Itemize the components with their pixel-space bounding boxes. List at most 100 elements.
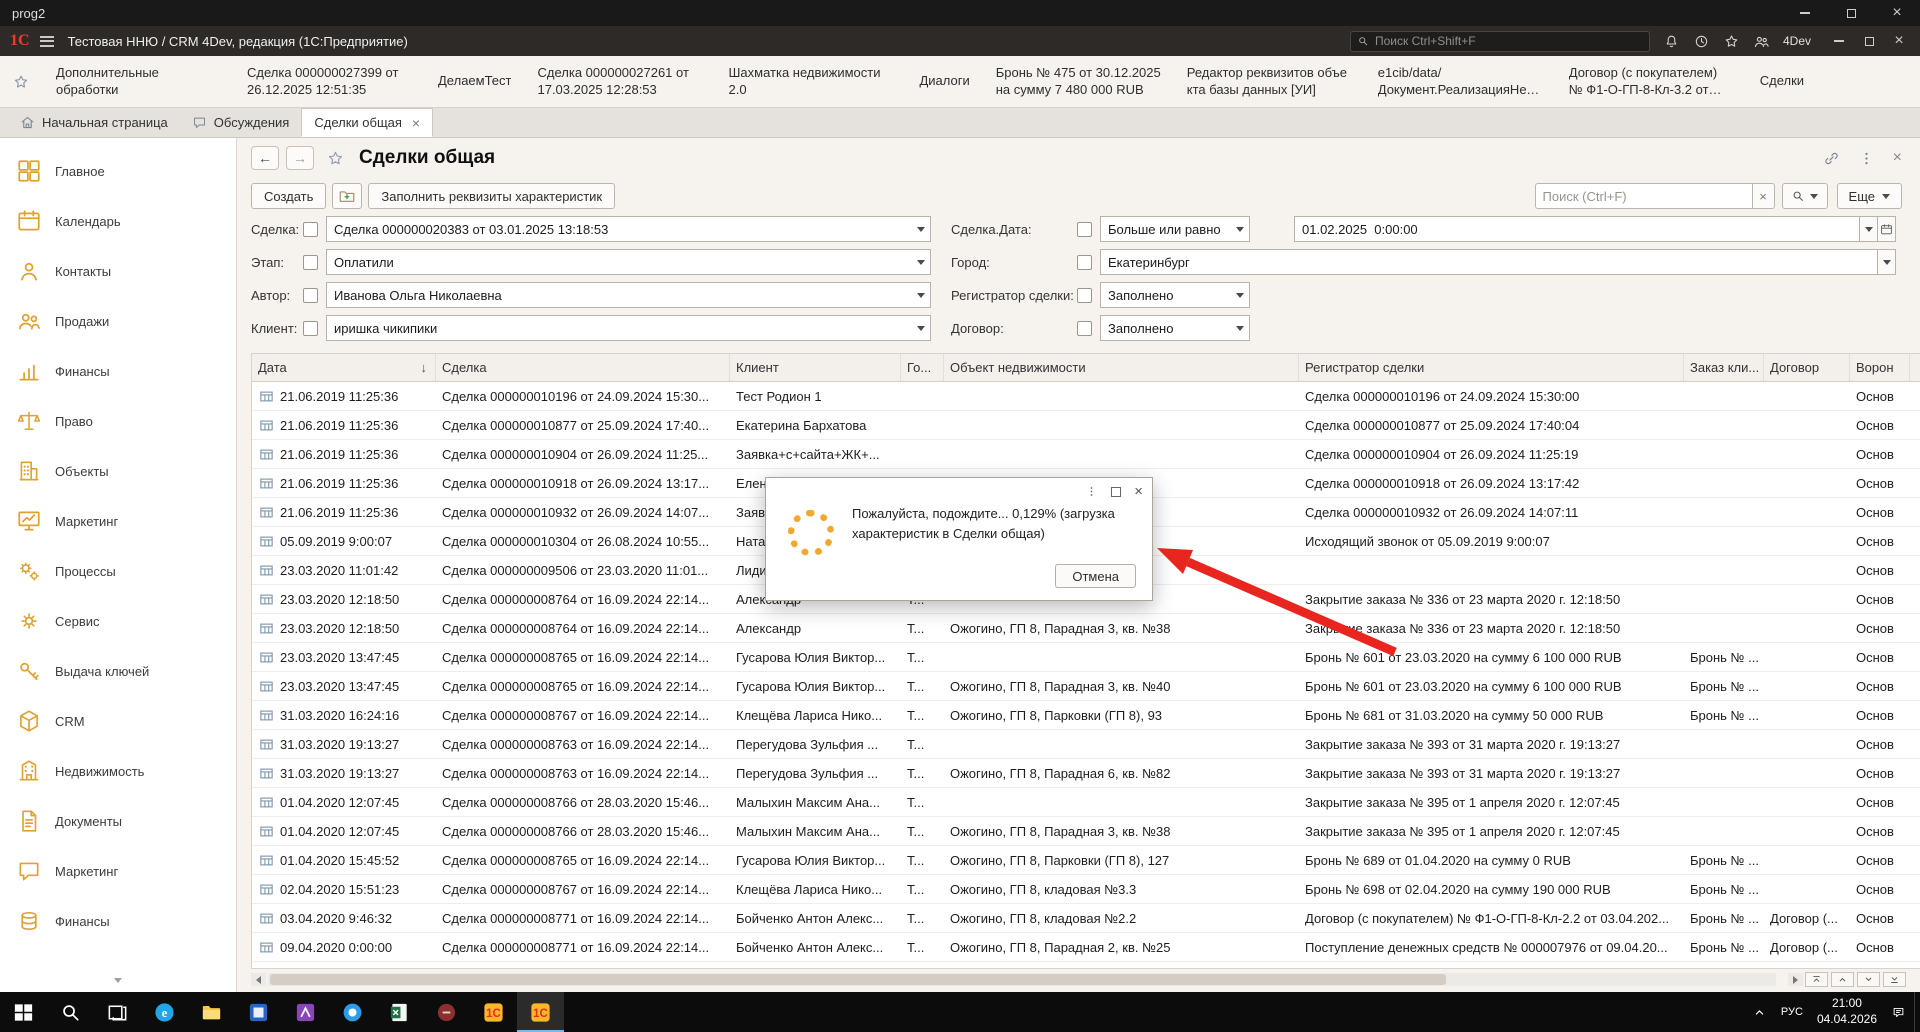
dialog-menu-icon[interactable] [1085,485,1098,498]
date-picker-button[interactable] [1878,216,1896,242]
city-dropdown-button[interactable] [1878,249,1896,275]
table-row[interactable]: 03.04.2020 9:46:32 Сделка 000000008771 о… [252,904,1920,933]
sidebar-item-crm[interactable]: CRM [0,696,236,746]
column-header[interactable]: Дата ↓ [252,354,436,381]
column-header[interactable]: Договор [1764,354,1850,381]
search-button[interactable] [1782,183,1828,209]
registrar-filter-select[interactable] [1100,282,1250,308]
tab-deals-common[interactable]: Сделки общая × [301,108,433,137]
chevron-down-icon[interactable] [1236,227,1244,232]
page-close-icon[interactable]: × [1893,150,1902,166]
more-menu-icon[interactable] [1858,150,1875,167]
favorite-link[interactable]: Сделка 000000027261 от 17.03.2025 12:28:… [537,65,702,99]
taskbar-app-1c-active[interactable] [517,992,564,1032]
sidebar-item-finansy-2[interactable]: Финансы [0,896,236,946]
app-minimize-button[interactable] [1824,26,1854,56]
column-header[interactable]: Сделка [436,354,730,381]
table-row[interactable]: 31.03.2020 19:13:27 Сделка 000000008763 … [252,759,1920,788]
table-row[interactable]: 01.04.2020 15:45:52 Сделка 000000008765 … [252,846,1920,875]
author-filter-checkbox[interactable] [303,288,318,303]
city-filter-checkbox[interactable] [1077,255,1092,270]
notifications-bell-icon[interactable] [1663,33,1680,50]
scrollbar-track[interactable] [268,973,1776,986]
table-row[interactable]: 21.06.2019 11:25:36 Сделка 000000010877 … [252,411,1920,440]
taskbar-task-view-button[interactable] [94,992,141,1032]
go-to-bottom-button[interactable] [1883,972,1906,987]
history-icon[interactable] [1693,33,1710,50]
global-search-input[interactable] [1375,34,1643,48]
taskbar-app-1c[interactable] [470,992,517,1032]
table-row[interactable]: 23.03.2020 12:18:50 Сделка 000000008764 … [252,614,1920,643]
create-group-button[interactable] [332,183,362,209]
chevron-down-icon[interactable] [1236,293,1244,298]
chevron-down-icon[interactable] [917,260,925,265]
sidebar-item-pravo[interactable]: Право [0,396,236,446]
chevron-down-icon[interactable] [917,227,925,232]
table-row[interactable]: 31.03.2020 16:24:16 Сделка 000000008767 … [252,701,1920,730]
table-row[interactable]: 09.04.2020 0:00:00 Сделка 000000008771 о… [252,933,1920,962]
chevron-down-icon[interactable] [917,293,925,298]
table-row[interactable]: 01.04.2020 12:07:45 Сделка 000000008766 … [252,817,1920,846]
fill-characteristics-button[interactable]: Заполнить реквизиты характеристик [368,183,615,209]
taskbar-app-purple[interactable] [282,992,329,1032]
cancel-button[interactable]: Отмена [1055,564,1136,588]
taskbar-start-button[interactable] [0,992,47,1032]
deal-date-comparison-select[interactable] [1100,216,1250,242]
page-up-button[interactable] [1831,972,1854,987]
sidebar-item-marketing[interactable]: Маркетинг [0,496,236,546]
app-restore-button[interactable] [1854,26,1884,56]
column-header[interactable]: Ворон [1850,354,1910,381]
chevron-down-icon[interactable] [1236,326,1244,331]
create-button[interactable]: Создать [251,183,326,209]
favorite-link[interactable]: Сделки [1760,73,1804,90]
stage-filter-checkbox[interactable] [303,255,318,270]
tab-home[interactable]: Начальная страница [8,108,180,137]
language-indicator[interactable]: РУС [1781,1006,1803,1018]
sidebar-item-protsessy[interactable]: Процессы [0,546,236,596]
more-button[interactable]: Еще [1837,183,1902,209]
deal-date-filter-input[interactable] [1294,216,1860,242]
taskbar-app-red[interactable] [423,992,470,1032]
discussions-people-icon[interactable] [1753,33,1770,50]
dialog-close-icon[interactable]: × [1134,484,1143,499]
favorite-link[interactable]: ДелаемТест [438,73,511,90]
date-dropdown-button[interactable] [1860,216,1878,242]
sidebar-item-nedvizhimost[interactable]: Недвижимость [0,746,236,796]
sidebar-item-dokumenty[interactable]: Документы [0,796,236,846]
sidebar-item-marketing-2[interactable]: Маркетинг [0,846,236,896]
taskbar-app-blue[interactable] [235,992,282,1032]
table-row[interactable]: 21.06.2019 11:25:36 Сделка 000000010196 … [252,382,1920,411]
sidebar-item-obekty[interactable]: Объекты [0,446,236,496]
sidebar-item-kalendar[interactable]: Календарь [0,196,236,246]
author-filter-input[interactable] [326,282,931,308]
search-clear-icon[interactable]: × [1753,183,1775,209]
column-header[interactable]: Заказ кли... [1684,354,1764,381]
sidebar-item-finansy[interactable]: Финансы [0,346,236,396]
sidebar-item-servis[interactable]: Сервис [0,596,236,646]
favorite-link[interactable]: Диалоги [919,73,969,90]
favorites-star-icon[interactable] [12,73,30,91]
window-close-button[interactable]: × [1874,0,1920,26]
table-row[interactable]: 21.06.2019 11:25:36 Сделка 000000010904 … [252,440,1920,469]
link-icon[interactable] [1823,150,1840,167]
go-to-top-button[interactable] [1805,972,1828,987]
list-search-input[interactable] [1535,183,1753,209]
chevron-down-icon[interactable] [917,326,925,331]
deal-filter-input[interactable] [326,216,931,242]
window-minimize-button[interactable] [1782,0,1828,26]
sidebar-item-vydacha-klyuchey[interactable]: Выдача ключей [0,646,236,696]
table-row[interactable]: 23.03.2020 13:47:45 Сделка 000000008765 … [252,643,1920,672]
tab-discussions[interactable]: Обсуждения [180,108,302,137]
dialog-maximize-icon[interactable] [1111,487,1121,497]
deal-date-filter-checkbox[interactable] [1077,222,1092,237]
column-header[interactable]: Клиент [730,354,901,381]
favorite-link[interactable]: e1cib/data/Документ.РеализацияНедвижимос… [1378,65,1543,99]
back-button[interactable]: ← [251,146,279,170]
taskbar-app-explorer[interactable] [188,992,235,1032]
client-filter-input[interactable] [326,315,931,341]
registrar-filter-checkbox[interactable] [1077,288,1092,303]
deal-filter-checkbox[interactable] [303,222,318,237]
favorites-star-icon[interactable] [1723,33,1740,50]
table-row[interactable]: 02.04.2020 15:51:23 Сделка 000000008767 … [252,875,1920,904]
favorite-link[interactable]: Редактор реквизитов объекта базы данных … [1187,65,1352,99]
